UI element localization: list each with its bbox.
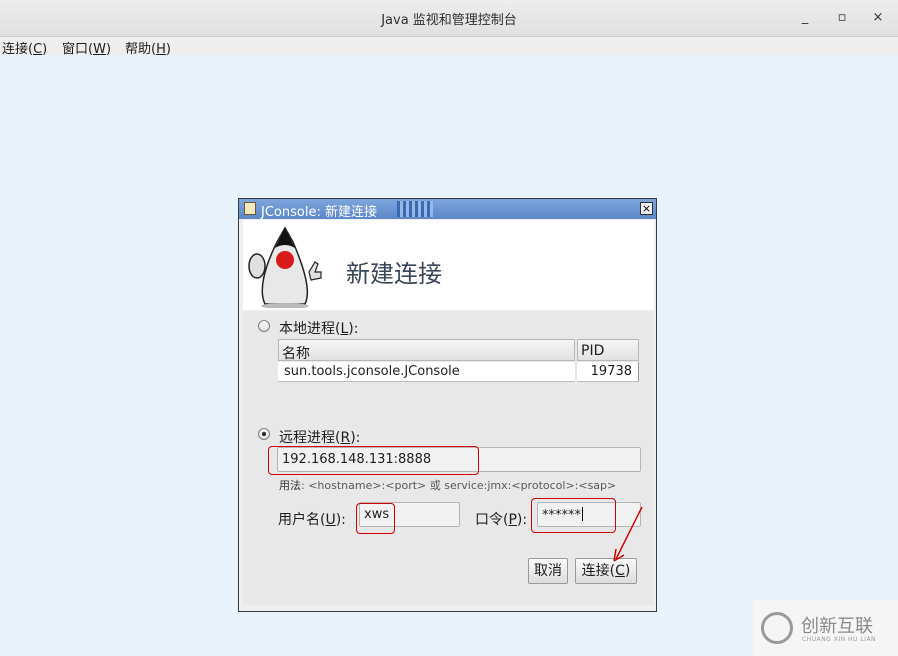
connect-button-suffix: ) xyxy=(624,563,631,579)
usage-hint: 用法: <hostname>:<port> 或 service:jmx:<pro… xyxy=(279,477,616,493)
column-header-pid[interactable]: PID xyxy=(577,339,639,361)
local-process-suffix: ): xyxy=(348,321,359,337)
process-row-name[interactable]: sun.tools.jconsole.JConsole xyxy=(278,362,575,382)
dialog-close-button[interactable]: × xyxy=(640,202,653,215)
menu-bar: 连接(C) 窗口(W) 帮助(H) xyxy=(0,37,898,57)
watermark-logo: 创新互联 CHUANG XIN HU LIAN xyxy=(753,600,898,656)
window-title: Java 监视和管理控制台 xyxy=(381,13,517,28)
window-title-bar: Java 监视和管理控制台 _ ▫ × xyxy=(0,0,898,37)
watermark-circle-icon xyxy=(761,612,793,644)
username-mnemonic: U xyxy=(325,512,336,528)
username-label: 用户名(U): xyxy=(278,509,346,529)
remote-process-radio[interactable] xyxy=(258,428,270,440)
local-process-label-text: 本地进程( xyxy=(279,321,341,337)
maximize-button[interactable]: ▫ xyxy=(834,10,850,26)
annotation-arrow-icon xyxy=(613,506,643,562)
password-label-text: 口令( xyxy=(475,512,509,528)
remote-process-label: 远程进程(R): xyxy=(279,427,360,447)
title-bar-grip-icon xyxy=(397,201,433,217)
remote-process-mnemonic: R xyxy=(340,430,351,446)
cancel-button[interactable]: 取消 xyxy=(528,558,568,584)
annotation-address-highlight xyxy=(268,446,479,475)
usage-hint-label: 用法 xyxy=(279,479,301,492)
close-button[interactable]: × xyxy=(870,10,886,26)
new-connection-dialog: JConsole: 新建连接 × 新建连接 本地进程(L): 名称 PID su… xyxy=(238,198,657,612)
annotation-password-highlight xyxy=(531,498,616,533)
local-process-radio[interactable] xyxy=(258,320,270,332)
local-process-label: 本地进程(L): xyxy=(279,318,358,338)
connect-button-label: 连接( xyxy=(581,563,616,579)
column-header-name[interactable]: 名称 xyxy=(278,339,575,362)
minimize-button[interactable]: _ xyxy=(797,10,813,26)
dialog-header: 新建连接 xyxy=(243,220,654,310)
dialog-title: JConsole: 新建连接 xyxy=(261,205,377,220)
username-suffix: ): xyxy=(335,512,346,528)
remote-process-label-text: 远程进程( xyxy=(279,430,341,446)
duke-mascot-icon xyxy=(248,226,322,308)
java-cup-icon xyxy=(244,202,256,215)
dialog-title-bar[interactable]: JConsole: 新建连接 × xyxy=(239,199,656,220)
annotation-username-highlight xyxy=(356,503,395,534)
password-label: 口令(P): xyxy=(475,509,527,529)
remote-process-suffix: ): xyxy=(350,430,361,446)
usage-hint-text: : <hostname>:<port> 或 service:jmx:<proto… xyxy=(301,479,617,492)
username-label-text: 用户名( xyxy=(278,512,326,528)
process-row-pid[interactable]: 19738 xyxy=(577,362,639,382)
watermark-subtext: CHUANG XIN HU LIAN xyxy=(802,636,877,643)
password-suffix: ): xyxy=(516,512,528,528)
connect-button-mnemonic: C xyxy=(615,563,625,579)
header-title: 新建连接 xyxy=(346,260,442,288)
password-mnemonic: P xyxy=(508,512,517,528)
watermark-text: 创新互联 xyxy=(801,616,873,637)
